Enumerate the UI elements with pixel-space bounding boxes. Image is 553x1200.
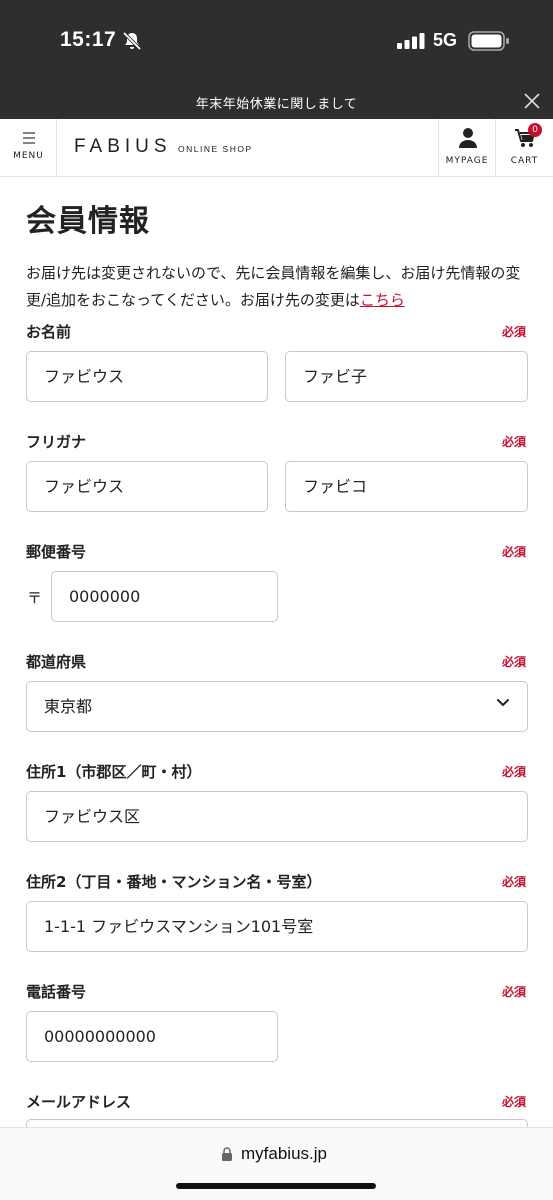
email-label: メールアドレス	[26, 1093, 132, 1111]
mypage-label: MYPAGE	[445, 156, 489, 166]
required-badge: 必須	[502, 875, 527, 889]
required-badge: 必須	[502, 985, 527, 999]
phone-input[interactable]: 00000000000	[26, 1011, 278, 1062]
browser-url-bar[interactable]: myfabius.jp	[0, 1127, 553, 1200]
required-badge: 必須	[502, 1095, 527, 1109]
name-label: お名前	[26, 323, 72, 341]
banner-text[interactable]: 年末年始休業に関しまして	[0, 93, 553, 112]
status-time: 15:17	[60, 28, 117, 51]
bell-off-icon	[122, 31, 142, 51]
user-icon	[459, 128, 477, 148]
site-logo[interactable]: FABIUS ONLINE SHOP	[74, 136, 253, 158]
menu-button[interactable]: MENU	[0, 119, 57, 177]
logo-sub: ONLINE SHOP	[178, 144, 253, 154]
last-name-input[interactable]: ファビウス	[26, 351, 268, 402]
mypage-button[interactable]: MYPAGE	[438, 119, 495, 177]
prefecture-label: 都道府県	[26, 653, 87, 671]
first-name-kana-input[interactable]: ファビコ	[285, 461, 528, 512]
chevron-down-icon	[497, 699, 509, 706]
last-name-kana-input[interactable]: ファビウス	[26, 461, 268, 512]
address1-input[interactable]: ファビウス区	[26, 791, 528, 842]
announcement-banner[interactable]: 年末年始休業に関しまして	[0, 84, 553, 119]
required-badge: 必須	[502, 765, 527, 779]
network-type: 5G	[433, 30, 458, 50]
required-badge: 必須	[502, 325, 527, 339]
lock-icon	[222, 1147, 232, 1161]
cart-count-badge: 0	[528, 123, 542, 137]
url-text[interactable]: myfabius.jp	[241, 1144, 327, 1164]
status-bar: 15:17 5G	[0, 0, 553, 84]
signal-icon	[397, 33, 425, 49]
required-badge: 必須	[502, 655, 527, 669]
kana-label: フリガナ	[26, 433, 87, 451]
page-title: 会員情報	[26, 204, 150, 239]
menu-label: MENU	[13, 151, 44, 161]
home-indicator[interactable]	[176, 1183, 376, 1189]
battery-icon	[468, 31, 509, 51]
required-badge: 必須	[502, 435, 527, 449]
cart-button[interactable]: 0 CART	[495, 119, 553, 177]
postal-mark: 〒	[27, 589, 43, 607]
zip-label: 郵便番号	[26, 543, 87, 561]
logo-main: FABIUS	[74, 136, 172, 157]
address2-input[interactable]: 1-1-1 ファビウスマンション101号室	[26, 901, 528, 952]
site-header: MENU FABIUS ONLINE SHOP MYPAGE 0 CART	[0, 119, 553, 177]
zip-input[interactable]: 0000000	[51, 571, 278, 622]
prefecture-select[interactable]: 東京都	[26, 681, 528, 732]
intro-body: お届け先は変更されないので、先に会員情報を編集し、お届け先情報の変更/追加をおこ…	[26, 264, 521, 309]
address2-label: 住所2（丁目・番地・マンション名・号室）	[26, 873, 322, 891]
delivery-change-link[interactable]: こちら	[360, 291, 405, 309]
cart-label: CART	[510, 156, 539, 166]
first-name-input[interactable]: ファビ子	[285, 351, 528, 402]
hamburger-icon	[23, 132, 35, 144]
address1-label: 住所1（市郡区／町・村）	[26, 763, 202, 781]
prefecture-value: 東京都	[44, 697, 93, 716]
intro-text: お届け先は変更されないので、先に会員情報を編集し、お届け先情報の変更/追加をおこ…	[26, 260, 531, 314]
close-icon[interactable]	[522, 91, 542, 111]
phone-label: 電話番号	[26, 983, 87, 1001]
required-badge: 必須	[502, 545, 527, 559]
